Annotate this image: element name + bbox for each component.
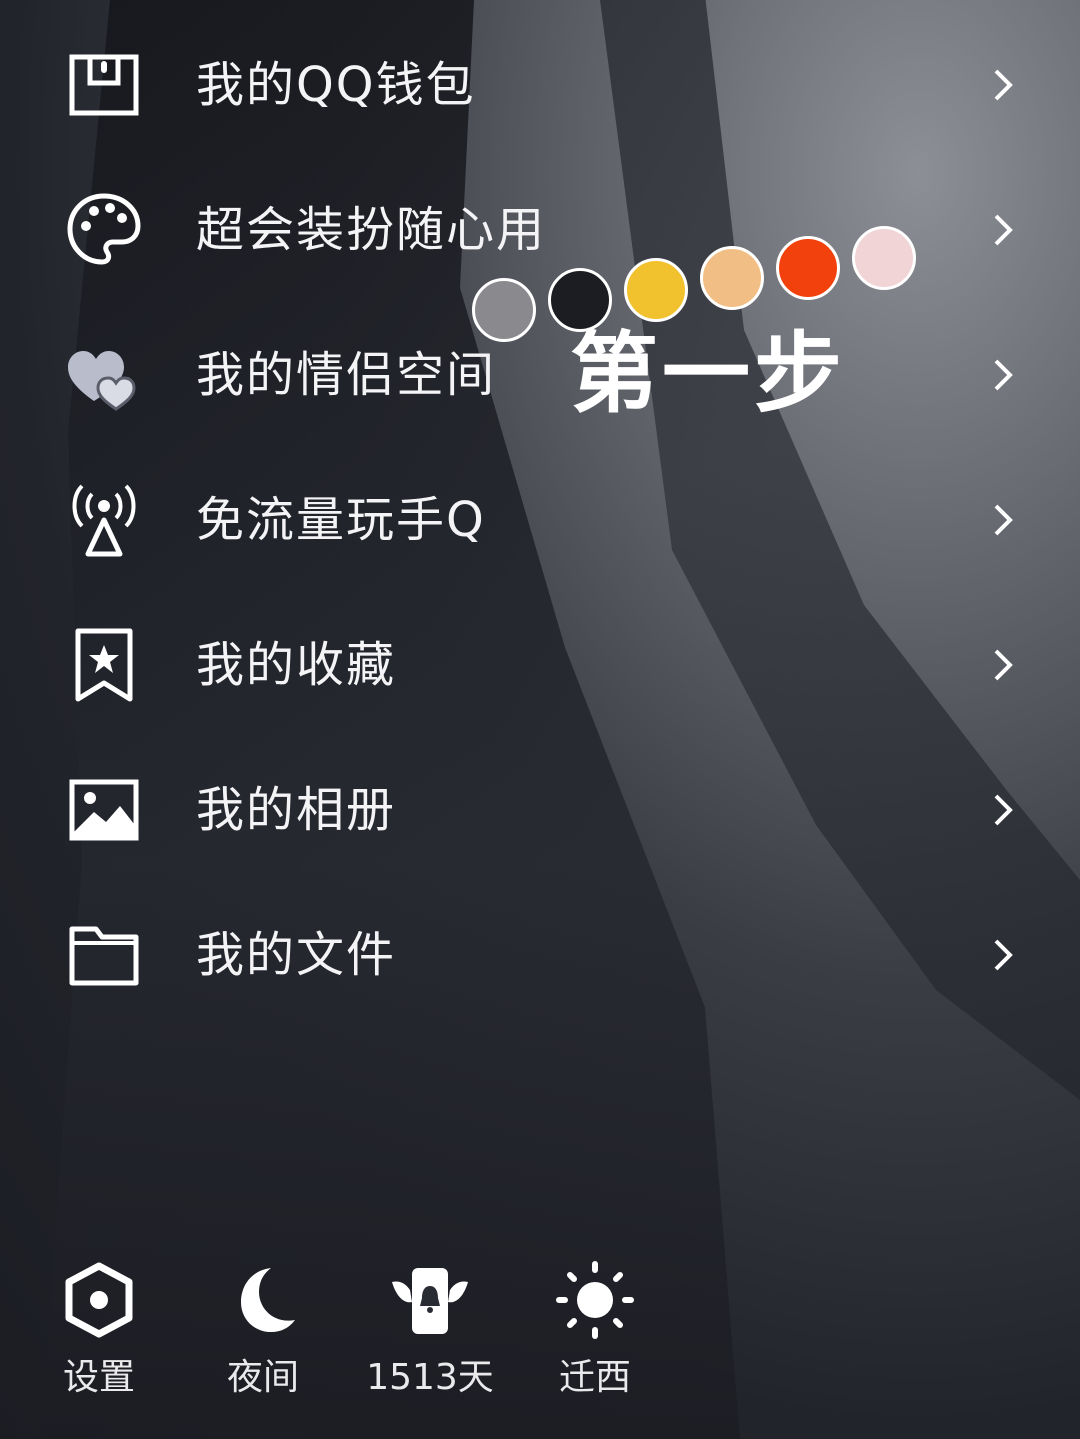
- bottom-item-night[interactable]: 夜间: [188, 1250, 338, 1410]
- moon-icon: [223, 1260, 303, 1340]
- bottom-item-label: 夜间: [226, 1357, 299, 1398]
- bookmark-star-icon: [64, 625, 144, 705]
- menu-item-label: 我的相册: [196, 782, 397, 838]
- sun-icon: [555, 1260, 635, 1340]
- menu-item-favorites[interactable]: 我的收藏: [0, 605, 1080, 725]
- swatch-yellow[interactable]: [624, 258, 688, 322]
- signal-tower-icon: [64, 480, 144, 560]
- bottom-item-label: 迁西: [558, 1357, 631, 1398]
- winged-badge-icon: [390, 1260, 470, 1340]
- palette-icon: [64, 190, 144, 270]
- menu-item-label: 我的QQ钱包: [196, 57, 476, 113]
- swatch-peach[interactable]: [700, 246, 764, 310]
- settings-hexagon-icon: [59, 1260, 139, 1340]
- menu-item-files[interactable]: 我的文件: [0, 895, 1080, 1015]
- chevron-right-icon: [992, 790, 1016, 830]
- bottom-item-label: 1513天: [366, 1357, 494, 1398]
- menu-item-dress-up[interactable]: 超会装扮随心用: [0, 170, 1080, 290]
- bottom-item-settings[interactable]: 设置: [24, 1250, 174, 1410]
- menu-item-label: 我的文件: [196, 927, 397, 983]
- chevron-right-icon: [992, 210, 1016, 250]
- menu-item-label: 我的情侣空间: [196, 347, 497, 403]
- bottom-item-weather[interactable]: 迁西: [520, 1250, 670, 1410]
- chevron-right-icon: [992, 500, 1016, 540]
- menu-item-couple-space[interactable]: 我的情侣空间: [0, 315, 1080, 435]
- menu-item-label: 超会装扮随心用: [196, 202, 547, 258]
- chevron-right-icon: [992, 355, 1016, 395]
- hearts-icon: [64, 335, 144, 415]
- bottom-item-days[interactable]: 1513天: [355, 1250, 505, 1410]
- swatch-red-orange[interactable]: [776, 236, 840, 300]
- swatch-gray[interactable]: [472, 278, 536, 342]
- wallet-icon: [64, 45, 144, 125]
- menu-item-label: 免流量玩手Q: [196, 492, 486, 548]
- chevron-right-icon: [992, 935, 1016, 975]
- menu-item-free-data[interactable]: 免流量玩手Q: [0, 460, 1080, 580]
- menu-item-wallet[interactable]: 我的QQ钱包: [0, 25, 1080, 145]
- chevron-right-icon: [992, 645, 1016, 685]
- menu-item-label: 我的收藏: [196, 637, 397, 693]
- folder-icon: [64, 915, 144, 995]
- swatch-pale-pink[interactable]: [852, 226, 916, 290]
- menu-item-album[interactable]: 我的相册: [0, 750, 1080, 870]
- chevron-right-icon: [992, 65, 1016, 105]
- bottom-bar: 设置 夜间 1513天 迁西: [0, 1250, 1080, 1420]
- photo-album-icon: [64, 770, 144, 850]
- bottom-item-label: 设置: [62, 1357, 135, 1398]
- step-overlay-text: 第一步: [570, 322, 847, 425]
